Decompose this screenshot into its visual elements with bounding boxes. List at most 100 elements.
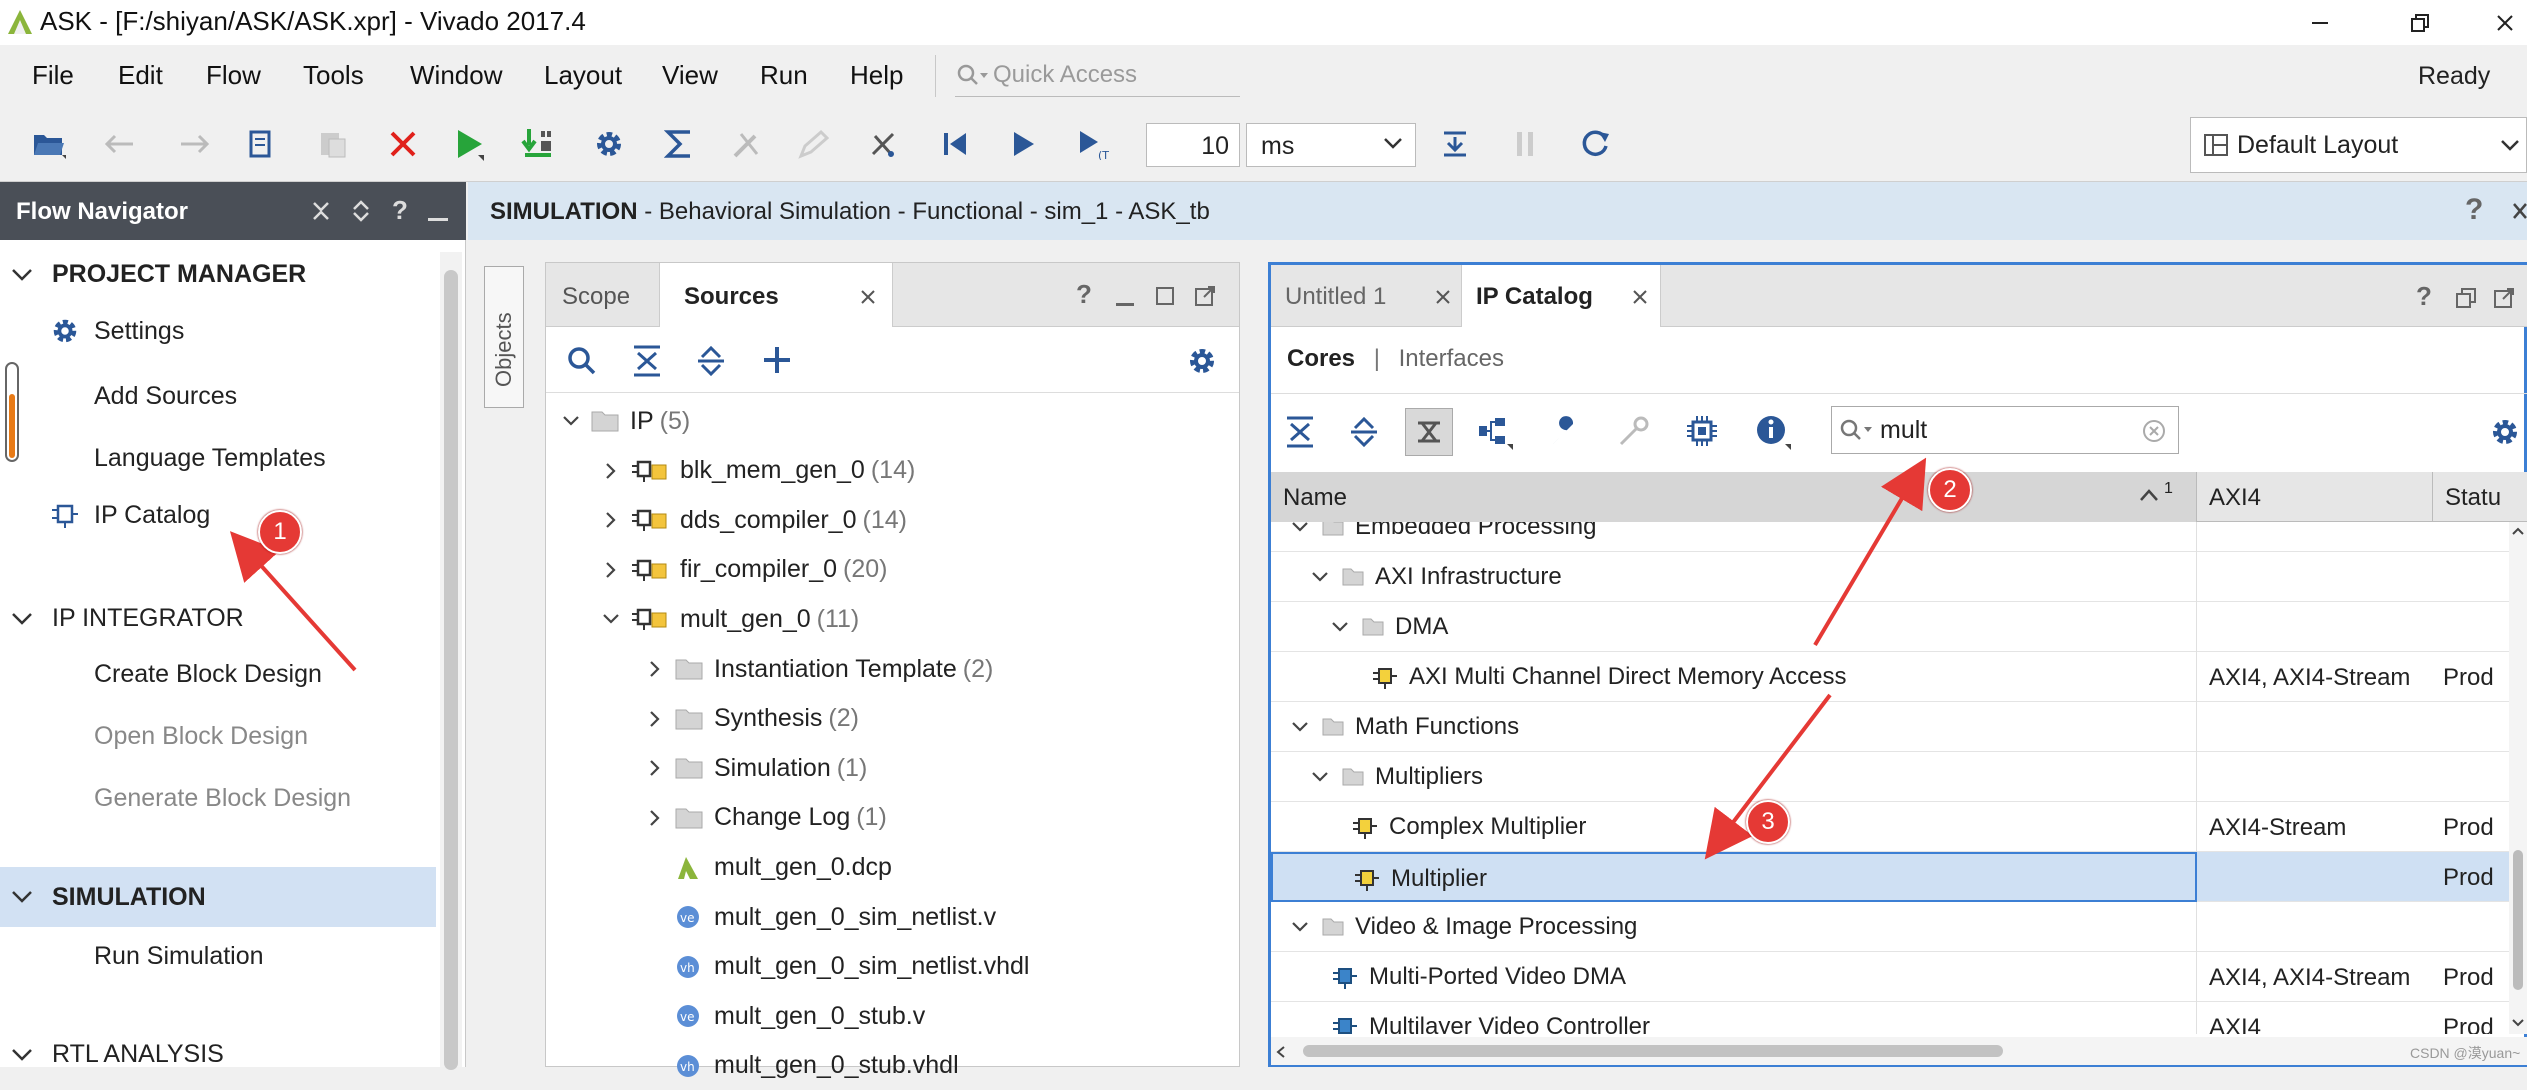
paste-icon[interactable] [310,121,356,167]
settings-gear-icon[interactable] [586,121,632,167]
ip-table-row[interactable]: AXI Multi Channel Direct Memory Access AX… [1271,652,2511,702]
probe-icon[interactable] [860,121,906,167]
chevron-right-icon[interactable] [598,462,624,480]
menu-edit[interactable]: Edit [118,60,163,91]
minimize-panel-icon[interactable] [1116,303,1134,306]
column-name[interactable]: Name 1 [1271,472,2197,522]
nav-item-open-block-design[interactable]: Open Block Design [94,722,308,751]
chevron-right-icon[interactable] [642,809,668,827]
disabled-pen-icon[interactable] [790,121,836,167]
chevron-down-icon[interactable] [1291,721,1309,733]
restore-icon[interactable] [2385,0,2455,45]
tree-item[interactable]: blk_mem_gen_0 (14) [598,447,915,495]
help-icon[interactable]: ? [2465,193,2483,227]
step-icon[interactable] [1432,121,1478,167]
run-all-icon[interactable] [1000,121,1046,167]
tree-item[interactable]: vh mult_gen_0_sim_netlist.vhdl [668,943,1035,991]
help-icon[interactable]: ? [2416,281,2432,312]
menu-window[interactable]: Window [410,60,502,91]
section-simulation[interactable]: SIMULATION [0,867,436,927]
tree-item[interactable]: ve mult_gen_0_sim_netlist.v [668,893,1002,941]
ip-table-row[interactable]: Complex Multiplier AXI4-Stream Prod [1271,802,2511,852]
quick-access-field[interactable]: Quick Access [955,53,1240,97]
close-icon[interactable] [2470,0,2527,45]
tree-item[interactable]: mult_gen_0 (11) [598,595,859,643]
ip-table-row[interactable]: Video & Image Processing [1271,902,2511,952]
help-icon[interactable]: ? [1076,279,1092,310]
nav-item-create-block-design[interactable]: Create Block Design [94,660,322,689]
nav-item-settings[interactable]: Settings [50,316,184,346]
ip-hscrollbar[interactable] [1271,1037,2527,1065]
layout-select[interactable]: Default Layout [2190,117,2527,173]
chevron-down-icon[interactable] [598,613,624,625]
ip-table-row[interactable]: Multilayer Video Controller AXI4 Prod [1271,1002,2511,1034]
tree-item[interactable]: fir_compiler_0 (20) [598,546,887,594]
tree-item[interactable]: Change Log (1) [642,794,887,842]
column-axi4[interactable]: AXI4 [2197,472,2433,522]
ip-search-field[interactable]: mult [1831,406,2179,454]
time-unit-select[interactable]: ms [1246,123,1416,167]
chevron-right-icon[interactable] [598,561,624,579]
tab-sources[interactable]: Sources [659,263,893,327]
program-device-icon[interactable] [516,121,562,167]
nav-item-generate-block-design[interactable]: Generate Block Design [94,784,351,813]
chevron-right-icon[interactable] [642,660,668,678]
pause-icon[interactable] [1502,121,1548,167]
ip-table-row[interactable]: AXI Infrastructure [1271,552,2511,602]
column-status[interactable]: Statu [2433,472,2527,522]
tree-item[interactable]: Instantiation Template (2) [642,645,993,693]
open-folder-icon[interactable] [26,121,72,167]
run-for-time-icon[interactable]: (T) [1070,121,1116,167]
sigma-icon[interactable] [656,121,702,167]
menu-help[interactable]: Help [850,60,903,91]
nav-item-language-templates[interactable]: Language Templates [94,444,326,473]
disabled-wand-icon[interactable] [724,121,770,167]
ip-table-row[interactable]: DMA [1271,602,2511,652]
redo-icon[interactable] [170,121,216,167]
ip-vscrollbar[interactable] [2509,522,2527,1034]
chevron-down-icon[interactable] [1331,621,1349,633]
scrollbar-thumb[interactable] [2513,850,2523,990]
tree-item[interactable]: Synthesis (2) [642,695,859,743]
minimize-panel-icon[interactable] [428,218,448,221]
minimize-icon[interactable] [2285,0,2355,45]
objects-side-tab[interactable]: Objects [484,266,524,408]
tree-item[interactable]: dds_compiler_0 (14) [598,496,907,544]
ip-table-row[interactable]: Math Functions [1271,702,2511,752]
chevron-right-icon[interactable] [598,511,624,529]
chevron-down-icon[interactable] [1311,571,1329,583]
subtab-cores[interactable]: Cores [1287,345,1355,372]
restart-icon[interactable] [932,121,978,167]
tab-untitled-1[interactable]: Untitled 1 [1271,265,1461,326]
section-ip-integrator[interactable]: IP INTEGRATOR [10,604,244,633]
nav-item-ip-catalog[interactable]: IP Catalog [50,500,210,530]
ip-table-row[interactable]: Embedded Processing [1271,522,2511,552]
ip-table-row[interactable]: Multi-Ported Video DMA AXI4, AXI4-Stream P… [1271,952,2511,1002]
sim-time-input[interactable]: 10 [1146,123,1240,167]
tab-scope[interactable]: Scope [546,263,659,326]
relaunch-icon[interactable] [1572,121,1618,167]
chevron-down-icon[interactable] [1291,921,1309,933]
collapse-all-icon[interactable] [310,200,332,222]
chevron-down-icon[interactable] [1311,771,1329,783]
chevron-right-icon[interactable] [642,759,668,777]
menu-view[interactable]: View [662,60,718,91]
undo-icon[interactable] [98,121,144,167]
section-project-manager[interactable]: PROJECT MANAGER [10,260,306,289]
tree-item[interactable]: vh mult_gen_0_stub.vhdl [668,1042,965,1090]
menu-tools[interactable]: Tools [303,60,364,91]
expand-all-icon[interactable] [350,200,372,222]
subtab-interfaces[interactable]: Interfaces [1399,345,1504,372]
menu-run[interactable]: Run [760,60,808,91]
scrollbar-thumb[interactable] [1303,1045,2003,1057]
ip-table-row[interactable]: Multipliers [1271,752,2511,802]
ip-table-row[interactable]: Multiplier Prod [1271,852,2511,902]
menu-flow[interactable]: Flow [206,60,261,91]
menu-layout[interactable]: Layout [544,60,622,91]
tree-item[interactable]: Simulation (1) [642,744,867,792]
chevron-down-icon[interactable] [1291,522,1309,533]
tree-item[interactable]: mult_gen_0.dcp [668,843,898,891]
section-rtl-analysis[interactable]: RTL ANALYSIS [10,1040,224,1069]
delete-icon[interactable] [380,121,426,167]
chevron-right-icon[interactable] [642,710,668,728]
